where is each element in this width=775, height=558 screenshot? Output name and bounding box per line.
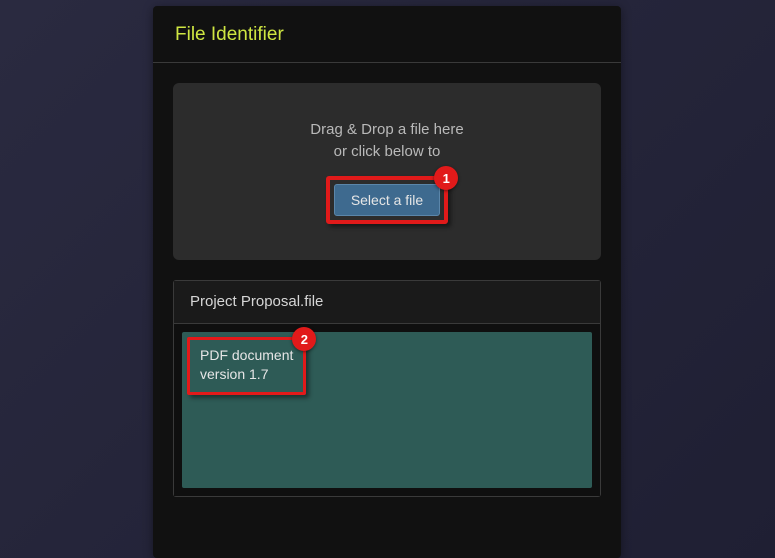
app-title: File Identifier (175, 24, 599, 46)
result-output-box: PDF document version 1.7 2 (182, 332, 592, 488)
drop-zone[interactable]: Drag & Drop a file here or click below t… (173, 83, 601, 260)
drop-instructions: Drag & Drop a file here or click below t… (310, 119, 463, 163)
result-filename: Project Proposal.file (190, 293, 323, 310)
annotation-marker-2: 2 (292, 327, 316, 351)
result-card: Project Proposal.file PDF document versi… (173, 280, 601, 497)
panel-header: File Identifier (153, 6, 621, 63)
select-button-highlight: Select a file 1 (326, 176, 448, 224)
drop-line-1: Drag & Drop a file here (310, 121, 463, 138)
filetype-line-1: PDF document (200, 347, 293, 363)
result-header: Project Proposal.file (174, 281, 600, 324)
result-body: PDF document version 1.7 2 (174, 324, 600, 496)
annotation-marker-1: 1 (434, 166, 458, 190)
drop-line-2: or click below to (334, 143, 441, 160)
main-panel: File Identifier Drag & Drop a file here … (153, 6, 621, 558)
filetype-text: PDF document version 1.7 (200, 346, 293, 384)
select-file-button[interactable]: Select a file (334, 184, 440, 216)
filetype-line-2: version 1.7 (200, 366, 268, 382)
filetype-highlight: PDF document version 1.7 2 (187, 337, 306, 395)
